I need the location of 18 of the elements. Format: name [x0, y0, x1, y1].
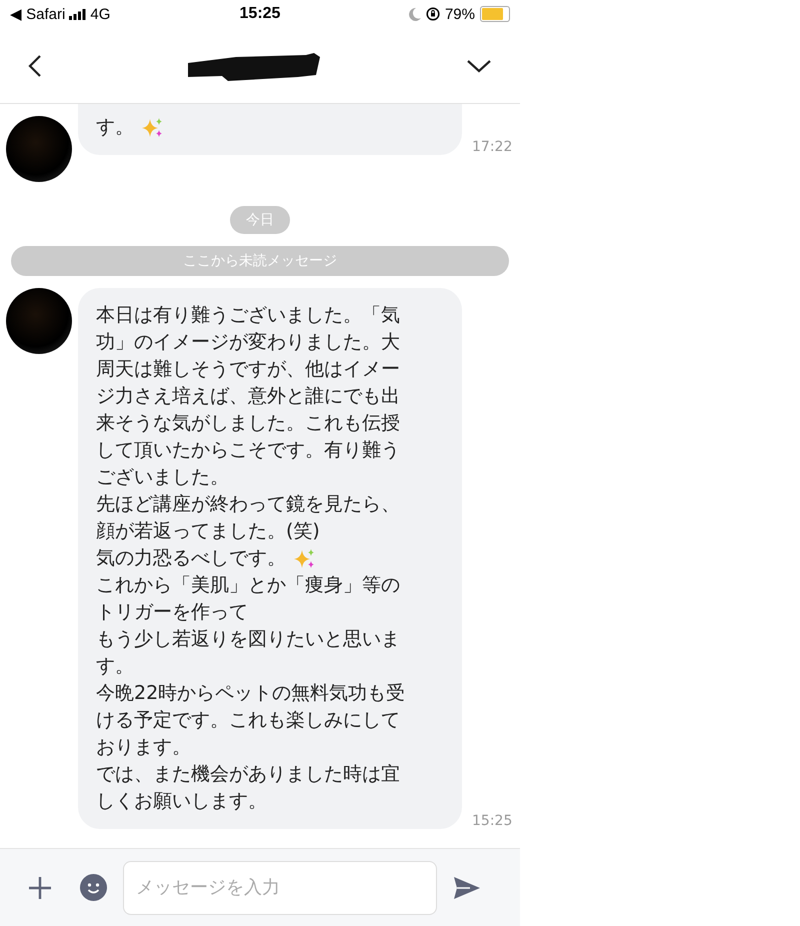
message-time: 17:22 — [472, 139, 512, 155]
signal-icon — [69, 8, 86, 20]
send-icon[interactable] — [453, 876, 481, 900]
back-to-app-label[interactable]: ◀ Safari — [10, 5, 66, 23]
emoji-icon[interactable] — [80, 874, 107, 901]
network-label: 4G — [90, 6, 110, 22]
moon-icon — [408, 8, 421, 20]
plus-icon[interactable] — [28, 876, 52, 900]
message-input[interactable]: メッセージを入力 — [123, 860, 437, 914]
chevron-down-icon[interactable] — [466, 58, 492, 72]
battery-percent: 79% — [444, 6, 475, 22]
message-bubble: 本日は有り難うございました。「気 功」のイメージが変わりました。大 周天は難しそうですが、他はイメー ジ力さえ培えば、意外と誰にでも出 来そうな気がしました。これも伝授 して頂いたからこそです。有り難う ございました。 先ほど講座が終わって鏡を見たら、 顔が若返ってました。(笑) 気の力恐るべしです。 これから「美肌」とか「痩身」等の トリガーを作って もう少し若返りを図りたいと思いま す。 今晩22時からペットの無料気功も受 ける予定です。これも楽しみにして おります。 では、また機会がありました時は宜 しくお願いします。 — [78, 288, 462, 829]
battery-icon — [480, 6, 510, 22]
message-bubble: す。 — [78, 104, 462, 155]
back-icon[interactable] — [28, 54, 42, 78]
rotation-lock-icon — [426, 7, 440, 21]
message-time: 15:25 — [472, 813, 512, 829]
clock: 15:25 — [240, 5, 280, 23]
